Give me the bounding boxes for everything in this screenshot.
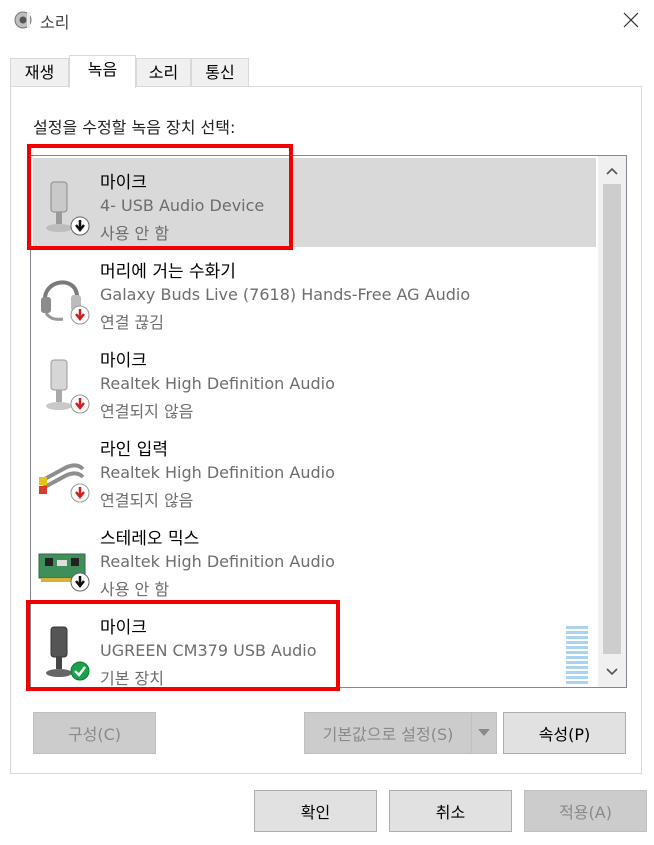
device-item-headset[interactable]: 머리에 거는 수화기 Galaxy Buds Live (7618) Hands… (33, 247, 596, 336)
configure-button[interactable]: 구성(C) (33, 712, 156, 754)
device-item-stereo-mix[interactable]: 스테레오 믹스 Realtek High Definition Audio 사용… (33, 514, 596, 603)
close-button[interactable] (608, 0, 654, 40)
device-item-realtek-microphone[interactable]: 마이크 Realtek High Definition Audio 연결되지 않… (33, 336, 596, 425)
device-status: 사용 안 함 (100, 580, 170, 599)
device-status: 연결되지 않음 (100, 491, 194, 510)
tab-playback[interactable]: 재생 (10, 58, 69, 86)
device-name: 마이크 (100, 618, 147, 638)
scroll-up-button[interactable] (598, 160, 626, 182)
device-driver: Realtek High Definition Audio (100, 463, 335, 482)
tab-sounds[interactable]: 소리 (136, 58, 191, 86)
window-title: 소리 (40, 13, 70, 32)
device-item-line-in[interactable]: 라인 입력 Realtek High Definition Audio 연결되지… (33, 425, 596, 514)
chevron-up-icon (606, 167, 618, 175)
device-driver: UGREEN CM379 USB Audio (100, 641, 317, 660)
disconnected-arrow-icon (70, 394, 90, 414)
default-check-icon (70, 661, 90, 681)
device-name: 머리에 거는 수화기 (100, 262, 236, 282)
set-default-button[interactable]: 기본값으로 설정(S) (304, 712, 472, 754)
chevron-down-icon (606, 668, 618, 676)
speaker-icon (14, 11, 32, 29)
instruction-label: 설정을 수정할 녹음 장치 선택: (33, 118, 236, 137)
device-name: 마이크 (100, 173, 147, 193)
title-bar: 소리 (0, 0, 654, 40)
disabled-arrow-icon (70, 572, 90, 592)
device-list-scrollbar[interactable] (598, 156, 626, 687)
chevron-down-icon (478, 729, 490, 736)
tab-recording[interactable]: 녹음 (69, 55, 136, 88)
device-status: 연결되지 않음 (100, 402, 194, 421)
device-driver: Realtek High Definition Audio (100, 552, 335, 571)
cancel-button[interactable]: 취소 (389, 790, 512, 832)
properties-button[interactable]: 속성(P) (503, 712, 626, 754)
device-item-usb-microphone[interactable]: 마이크 4- USB Audio Device 사용 안 함 (33, 158, 596, 247)
set-default-dropdown[interactable] (471, 712, 497, 754)
scroll-thumb[interactable] (603, 184, 621, 654)
tab-communications[interactable]: 통신 (191, 58, 249, 86)
device-driver: Galaxy Buds Live (7618) Hands-Free AG Au… (100, 285, 471, 304)
device-list[interactable]: 마이크 4- USB Audio Device 사용 안 함 머리에 거는 수화… (30, 155, 627, 688)
device-status: 사용 안 함 (100, 224, 170, 243)
ok-button[interactable]: 확인 (254, 790, 377, 832)
device-driver: 4- USB Audio Device (100, 196, 265, 215)
disconnected-arrow-icon (70, 305, 90, 325)
close-icon (623, 12, 639, 28)
device-status: 연결 끊김 (100, 313, 164, 332)
disconnected-arrow-icon (70, 483, 90, 503)
disabled-arrow-icon (70, 216, 90, 236)
scroll-down-button[interactable] (598, 661, 626, 683)
device-item-ugreen-microphone[interactable]: 마이크 UGREEN CM379 USB Audio 기본 장치 (33, 603, 596, 688)
apply-button[interactable]: 적용(A) (524, 790, 647, 832)
input-level-meter (566, 626, 588, 685)
device-driver: Realtek High Definition Audio (100, 374, 335, 393)
device-name: 라인 입력 (100, 440, 168, 460)
device-name: 마이크 (100, 351, 147, 371)
device-status: 기본 장치 (100, 669, 164, 688)
device-name: 스테레오 믹스 (100, 529, 200, 549)
